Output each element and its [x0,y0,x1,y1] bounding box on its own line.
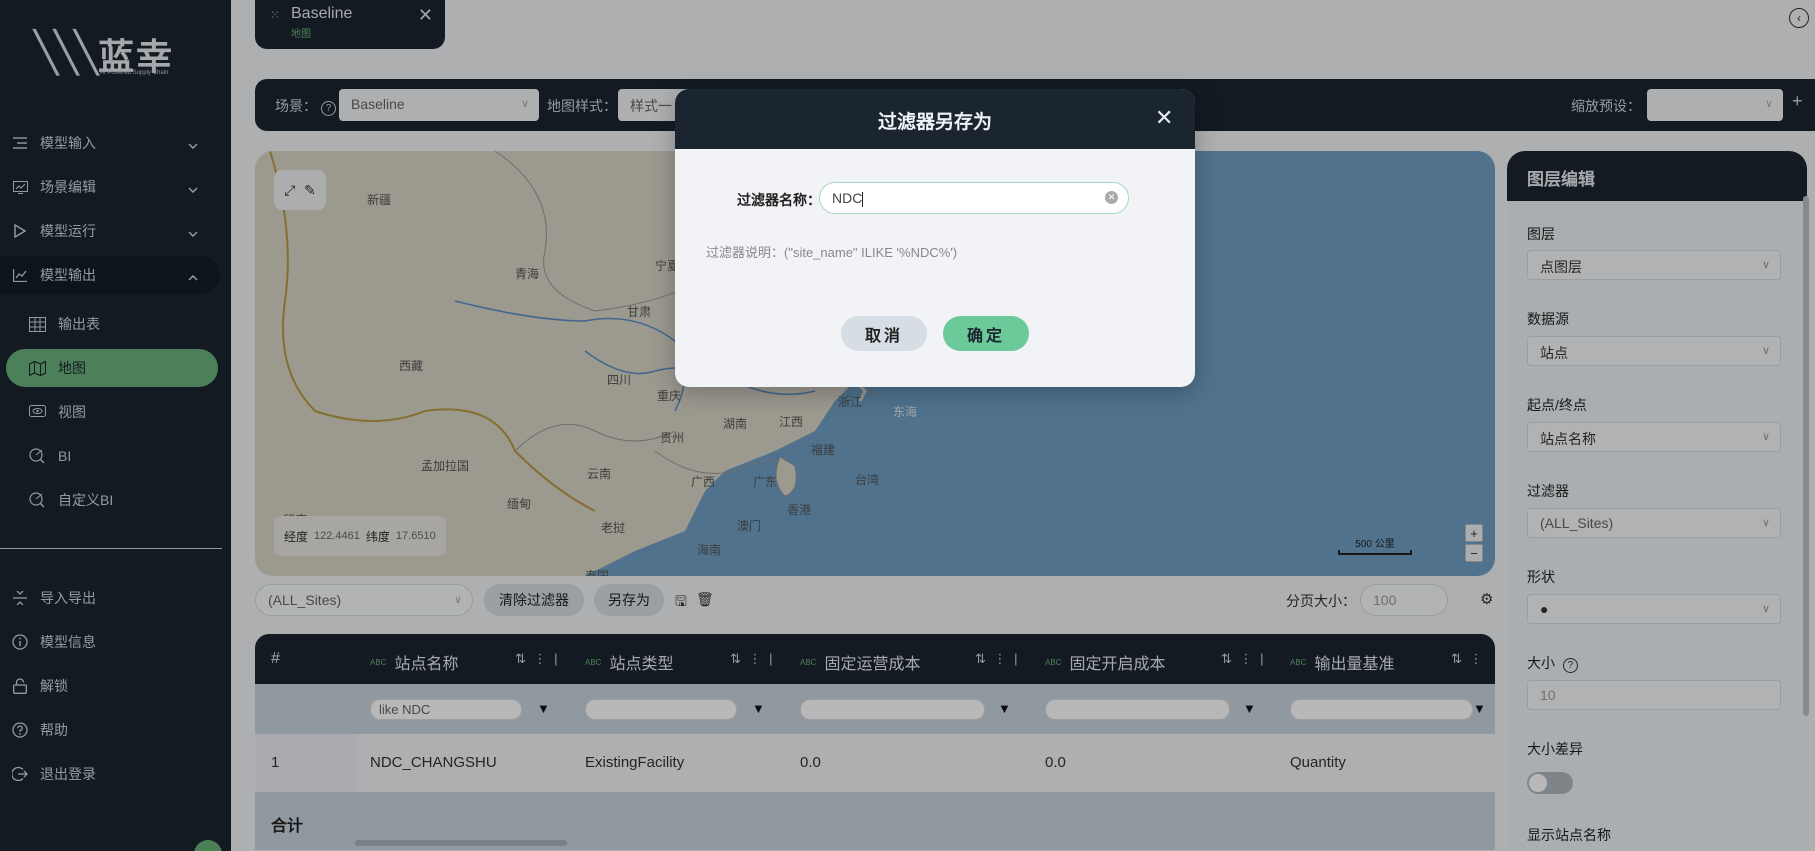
text-cursor [862,191,864,207]
confirm-button[interactable]: 确定 [943,316,1029,351]
filter-name-value: NDC [832,190,863,206]
cancel-button[interactable]: 取消 [841,316,927,351]
close-icon[interactable]: ✕ [1155,105,1173,131]
dialog-title: 过滤器另存为 [877,112,992,133]
filter-name-input[interactable]: NDC ✕ [819,182,1129,214]
filter-description: 过滤器说明：("site_name" ILIKE '%NDC%') [706,245,958,260]
save-filter-dialog: 过滤器另存为 ✕ 过滤器名称： NDC ✕ 过滤器说明：("site_name"… [675,89,1195,387]
filter-name-label: 过滤器名称： [737,192,821,208]
clear-input-icon[interactable]: ✕ [1105,191,1118,204]
